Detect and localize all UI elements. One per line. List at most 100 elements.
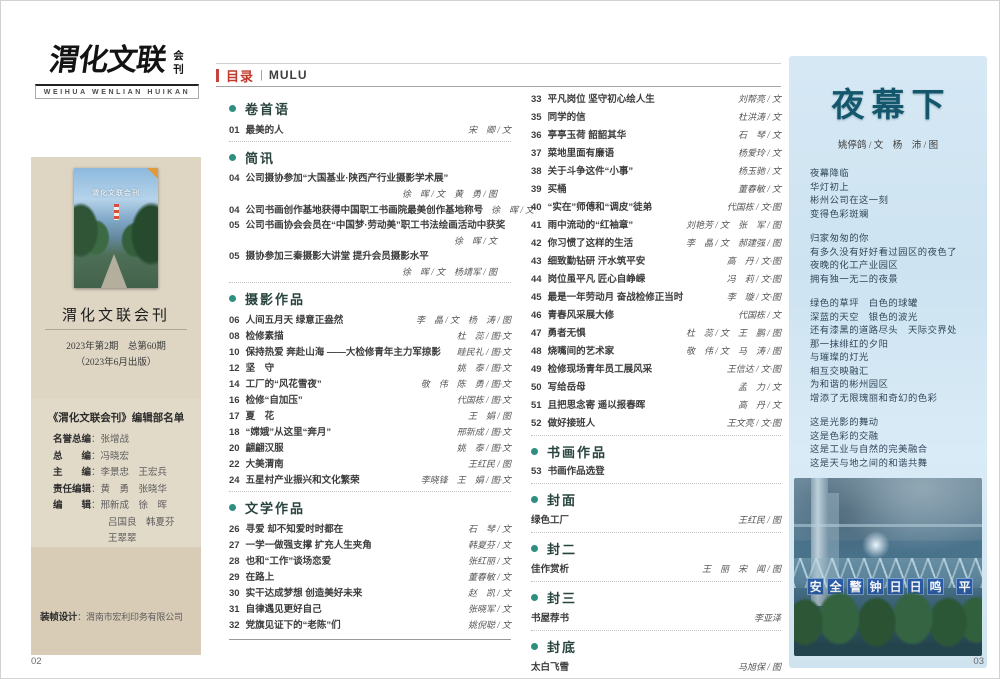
toc-entry-title: 49检修现场青年员工展风采 — [531, 364, 652, 376]
photo-lamp-glow — [862, 531, 890, 559]
poem-stanza: 这是光影的舞动这是色彩的交融这是工业与自然的完美融合这是天与地之间的和谐共舞 — [810, 417, 987, 471]
toc-section-title: 卷首语 — [245, 99, 290, 118]
toc-entry-title: 47勇者无惧 — [531, 328, 586, 340]
editorial-board-title: 《渭化文联会刊》编辑部名单 — [31, 410, 201, 425]
toc-entry: 49检修现场青年员工展风采王信达 / 文·图 — [531, 363, 781, 376]
section-divider — [229, 491, 511, 492]
toc-entry-number: 05 — [229, 251, 240, 262]
toc-entry: 32党旗见证下的“老陈”们姚倪聪 / 文 — [229, 619, 511, 632]
toc-entry-title: 42你习惯了这样的生活 — [531, 238, 633, 250]
toc-entry-credit: 敬 伟 / 文 马 涛 / 图 — [686, 345, 781, 357]
toc-entry: 14工厂的“风花雪夜”敬 伟 陈 勇 / 图·文 — [229, 378, 511, 391]
toc-entry: 30实干达成梦想 创造美好未来赵 凯 / 文 — [229, 587, 511, 600]
editorial-row: 责任编辑：黄 勇 张晓华 — [31, 482, 201, 499]
poem-line: 那一抹绯红的夕阳 — [810, 339, 987, 353]
toc-entry-credit: 张红丽 / 文 — [468, 555, 511, 567]
toc-entry: 29在路上董春敏 / 文 — [229, 571, 511, 584]
toc-entry-credit: 刘艳芳 / 文 张 军 / 图 — [686, 219, 781, 231]
toc-entry-title: 10保持热爱 奔赴山海 ——大检修青年主力军掠影 — [229, 347, 441, 359]
toc-entry-title: 40“实在”师傅和“调皮”徒弟 — [531, 202, 652, 214]
toc-entry-number: 26 — [229, 524, 240, 535]
toc-section-heading: 封三 — [531, 588, 781, 607]
section-bullet-icon — [229, 105, 236, 112]
section-bullet-icon — [229, 154, 236, 161]
editorial-row: 编 辑：邢新成 徐 晖 — [31, 498, 201, 515]
toc-entry-credit: 王文亮 / 文·图 — [727, 417, 781, 429]
editorial-role: 责任编辑 — [53, 484, 91, 495]
toc-entry-number: 30 — [229, 588, 240, 599]
poem-line: 这是工业与自然的完美融合 — [810, 444, 987, 458]
toc-entry-number: 14 — [229, 379, 240, 390]
toc-entry-title: 08检修素描 — [229, 331, 284, 343]
toc-entry-credit: 韩夏芬 / 文 — [468, 539, 511, 551]
toc-entry-title: 37菜地里面有廉语 — [531, 148, 614, 160]
cover-caption: 渭化文联会刊 — [74, 188, 158, 198]
toc-entry-credit: 王红民 / 图 — [738, 514, 781, 526]
sidebar-design-panel: 装帧设计：渭南市宏利印务有限公司 — [31, 547, 201, 655]
toc-entry-title: 53书画作品选登 — [531, 466, 605, 478]
toc-entry-title: 17夏 花 — [229, 411, 274, 423]
editorial-row: 总 编：冯晓宏 — [31, 449, 201, 466]
toc-entry: 10保持热爱 奔赴山海 ——大检修青年主力军掠影眭民礼 / 图·文 — [229, 346, 511, 359]
section-bullet-icon — [531, 545, 538, 552]
toc-entry-credit: 徐 晖 / 文 — [491, 204, 534, 216]
page-number-right: 03 — [973, 656, 984, 667]
poem-line: 深蓝的天空 银色的波光 — [810, 312, 987, 326]
editorial-row: 王翠翠 — [31, 531, 201, 548]
sidebar-divider — [45, 329, 187, 330]
toc-entry-number: 33 — [531, 94, 542, 105]
journal-title: 渭化文联会刊 — [31, 304, 201, 325]
poem-stanza: 夜幕降临华灯初上彬州公司在这一刻变得色彩斑斓 — [810, 168, 987, 222]
toc-entry: 47勇者无惧杜 蕊 / 文 王 鹏 / 图 — [531, 327, 781, 340]
editorial-colon: ： — [91, 467, 101, 478]
editorial-names: 王翠翠 — [108, 533, 137, 544]
toc-entry-number: 45 — [531, 292, 542, 303]
toc-entry-title: 16检修“自加压” — [229, 395, 303, 407]
toc-entry-number: 27 — [229, 540, 240, 551]
editorial-colon: ： — [91, 484, 101, 495]
toc-entry-number: 38 — [531, 166, 542, 177]
toc-entry-credit: 杨爱玲 / 文 — [738, 147, 781, 159]
section-divider — [229, 141, 511, 142]
toc-entry-title: 48烧嘴间的艺术家 — [531, 346, 614, 358]
toc-subtitle: MULU — [269, 68, 308, 82]
toc-entry: 佳作赏析王 丽 宋 闻 / 图 — [531, 563, 781, 576]
editorial-role: 编 辑 — [53, 500, 91, 511]
toc-entry-number: 17 — [229, 411, 240, 422]
toc-entry: 37菜地里面有廉语 杨爱玲 / 文 — [531, 147, 781, 160]
toc-entry: 46青春风采展大修代国栋 / 文 — [531, 309, 781, 322]
toc-entry-credit: 石 琴 / 文 — [468, 523, 511, 535]
section-divider — [229, 282, 511, 283]
toc-entry-number: 43 — [531, 256, 542, 267]
toc-entry-credit: 邢新成 / 图·文 — [457, 426, 511, 438]
toc-entry-number: 32 — [229, 620, 240, 631]
editorial-board-list: 名誉总编：张增战总 编：冯晓宏主 编：李景忠 王宏兵责任编辑：黄 勇 张晓华编 … — [31, 432, 201, 548]
toc-entry-title: 33平凡岗位 坚守初心绘人生 — [531, 94, 655, 106]
toc-entry: 04公司摄协参加“大国基业·陕西产行业摄影学术展” — [229, 173, 511, 185]
section-divider — [229, 639, 511, 640]
toc-entry: 50写给岳母孟 力 / 文 — [531, 381, 781, 394]
toc-entry-title: 06人间五月天 绿意正盎然 — [229, 315, 343, 327]
poem-line: 为和谐的彬州园区 — [810, 379, 987, 393]
feature-poem: 夜幕降临华灯初上彬州公司在这一刻变得色彩斑斓归家匆匆的你有多久没有好好看过园区的… — [810, 168, 987, 471]
toc-column-left: 卷首语01最美的人宋 卿 / 文简讯04公司摄协参加“大国基业·陕西产行业摄影学… — [229, 93, 511, 644]
toc-entry-credit: 杜 蕊 / 图·文 — [457, 330, 511, 342]
sidebar-issue-panel: 渭化文联会刊 渭化文联会刊 2023年第2期 总第60期 （2023年6月出版） — [31, 157, 201, 399]
toc-entry-number: 42 — [531, 238, 542, 249]
toc-entry-title: 35同学的信 — [531, 112, 586, 124]
toc-entry-number: 12 — [229, 363, 240, 374]
toc-entry: 04公司书画创作基地获得中国职工书画院最美创作基地称号徐 晖 / 文 — [229, 204, 511, 217]
toc-section-title: 封二 — [547, 539, 577, 558]
toc-entry-credit: 姚倪聪 / 文 — [468, 619, 511, 631]
toc-entry-title: 04公司摄协参加“大国基业·陕西产行业摄影学术展” — [229, 173, 448, 185]
toc-entry-credit: 王 丽 宋 闻 / 图 — [702, 563, 781, 575]
toc-entry-number: 22 — [229, 459, 240, 470]
poem-line: 夜晚的化工产业园区 — [810, 260, 987, 274]
toc-entry-credit: 孟 力 / 文 — [738, 381, 781, 393]
toc-section-title: 封面 — [547, 490, 577, 509]
toc-entry-credit: 高 丹 / 文 — [738, 399, 781, 411]
toc-entry: 28也和“工作”谈场恋爱张红丽 / 文 — [229, 555, 511, 568]
toc-section-title: 封三 — [547, 588, 577, 607]
toc-section-heading: 摄影作品 — [229, 289, 511, 308]
toc-entry-credit: 李 晶 / 文 郝建强 / 图 — [686, 237, 781, 249]
